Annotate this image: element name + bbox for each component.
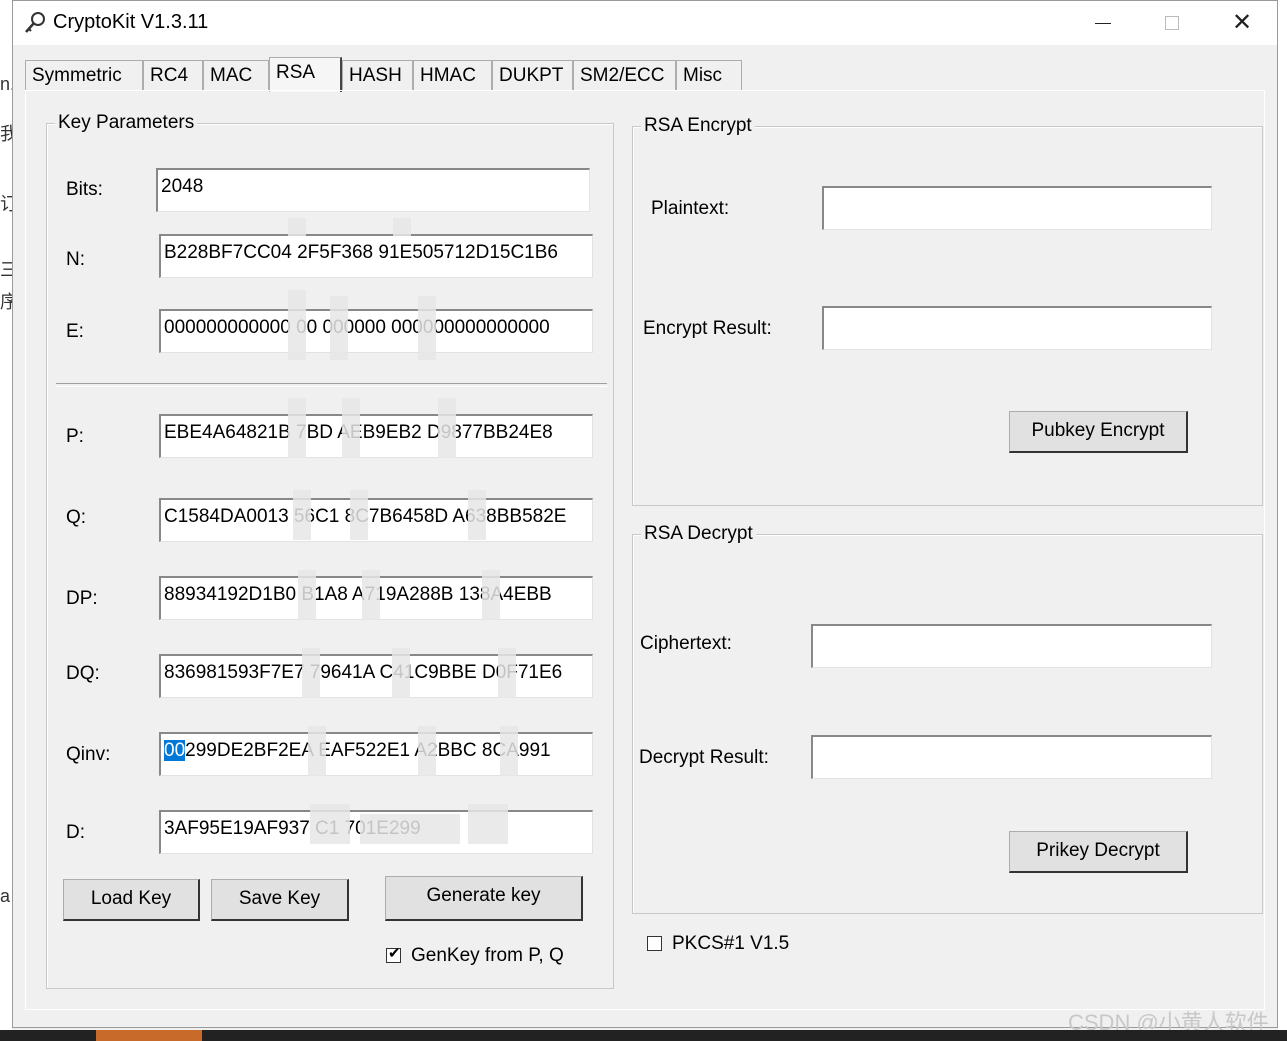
genkey-from-pq-checkbox[interactable]: ✔	[386, 945, 401, 963]
privacy-mosaic	[498, 648, 516, 698]
tab-hmac[interactable]: HMAC	[413, 60, 492, 91]
group-title: RSA Encrypt	[641, 115, 755, 137]
generate-key-button[interactable]: Generate key	[385, 876, 583, 921]
group-title: Key Parameters	[55, 112, 198, 134]
bits-label: Bits:	[66, 179, 103, 200]
pubkey-encrypt-button[interactable]: Pubkey Encrypt	[1009, 411, 1188, 453]
dq-field[interactable]: 836981593F7E7 79641A C41C9BBE D0F71E6	[159, 654, 593, 698]
checkmark-icon: ✔	[388, 945, 401, 962]
pkcs1-label: PKCS#1 V1.5	[672, 933, 790, 954]
privacy-mosaic	[310, 804, 350, 844]
n-field[interactable]: B228BF7CC04 2F5F368 91E505712D15C1B6	[159, 234, 593, 278]
dq-label: DQ:	[66, 663, 100, 684]
privacy-mosaic	[468, 490, 486, 540]
maximize-icon	[1165, 16, 1179, 30]
decrypt-result-label: Decrypt Result:	[639, 747, 769, 768]
tab-symmetric[interactable]: Symmetric	[25, 60, 143, 91]
background-app-strip-right	[1278, 0, 1287, 1041]
p-label: P:	[66, 426, 84, 447]
plaintext-label: Plaintext:	[651, 198, 730, 219]
tab-rsa[interactable]: RSA	[269, 57, 342, 92]
separator-line	[56, 383, 607, 387]
e-label: E:	[66, 321, 84, 342]
qinv-label: Qinv:	[66, 744, 111, 765]
decrypt-result-field[interactable]	[811, 735, 1212, 779]
privacy-mosaic	[418, 296, 436, 360]
e-field[interactable]: 000000000000 00 000000 000000000000000	[159, 309, 593, 353]
save-key-button[interactable]: Save Key	[211, 879, 349, 921]
prikey-decrypt-button[interactable]: Prikey Decrypt	[1009, 831, 1188, 873]
privacy-mosaic	[288, 398, 306, 458]
group-title: RSA Decrypt	[641, 523, 756, 545]
privacy-mosaic	[418, 726, 436, 776]
privacy-mosaic	[360, 814, 460, 844]
title-bar[interactable]: CryptoKit V1.3.11 ✕	[13, 1, 1277, 45]
privacy-mosaic	[362, 570, 380, 620]
background-glyph: a	[0, 886, 11, 906]
privacy-mosaic	[468, 804, 508, 844]
privacy-mosaic	[392, 648, 410, 698]
minimize-button[interactable]	[1079, 9, 1125, 37]
privacy-mosaic	[350, 490, 368, 540]
tab-misc[interactable]: Misc	[676, 60, 742, 91]
q-field[interactable]: C1584DA0013 56C1 8C7B6458D A638BB582E	[159, 498, 593, 542]
plaintext-field[interactable]	[822, 186, 1212, 230]
minimize-icon	[1095, 23, 1111, 24]
ciphertext-field[interactable]	[811, 624, 1212, 668]
load-key-button[interactable]: Load Key	[63, 879, 200, 921]
close-button[interactable]: ✕	[1218, 9, 1264, 37]
pkcs1-checkbox[interactable]	[647, 936, 662, 951]
tab-hash[interactable]: HASH	[342, 60, 413, 91]
close-icon: ✕	[1232, 9, 1253, 36]
privacy-mosaic	[298, 570, 316, 620]
privacy-mosaic	[330, 296, 348, 360]
window-title: CryptoKit V1.3.11	[53, 11, 209, 33]
bits-field[interactable]: 2048	[156, 168, 590, 212]
taskbar-accent	[96, 1030, 202, 1041]
privacy-mosaic	[302, 648, 320, 698]
background-app-strip-left: n. 我 订 三 序 a	[0, 0, 18, 1041]
privacy-mosaic	[482, 570, 500, 620]
tab-dukpt[interactable]: DUKPT	[492, 60, 573, 91]
privacy-mosaic	[393, 218, 411, 236]
encrypt-result-field[interactable]	[822, 306, 1212, 350]
privacy-mosaic	[288, 218, 306, 236]
key-icon	[25, 12, 45, 33]
qinv-field[interactable]: 00299DE2BF2EA EAF522E1 A2BBC 8CA991	[159, 732, 593, 776]
tab-mac[interactable]: MAC	[203, 60, 269, 91]
p-field[interactable]: EBE4A64821B 7BD AEB9EB2 D9877BB24E8	[159, 414, 593, 458]
privacy-mosaic	[500, 726, 518, 776]
text-selection: 00	[164, 740, 186, 761]
privacy-mosaic	[308, 726, 326, 776]
d-label: D:	[66, 822, 85, 843]
privacy-mosaic	[342, 398, 360, 458]
dp-label: DP:	[66, 588, 98, 609]
privacy-mosaic	[438, 398, 456, 458]
ciphertext-label: Ciphertext:	[640, 633, 732, 654]
genkey-from-pq-label: GenKey from P, Q	[411, 945, 564, 966]
tab-rc4[interactable]: RC4	[143, 60, 203, 91]
encrypt-result-label: Encrypt Result:	[643, 318, 772, 339]
tab-sm2-ecc[interactable]: SM2/ECC	[573, 60, 676, 91]
privacy-mosaic	[288, 290, 306, 360]
q-label: Q:	[66, 507, 87, 528]
n-label: N:	[66, 249, 85, 270]
maximize-button[interactable]	[1148, 9, 1194, 37]
privacy-mosaic	[293, 490, 311, 540]
